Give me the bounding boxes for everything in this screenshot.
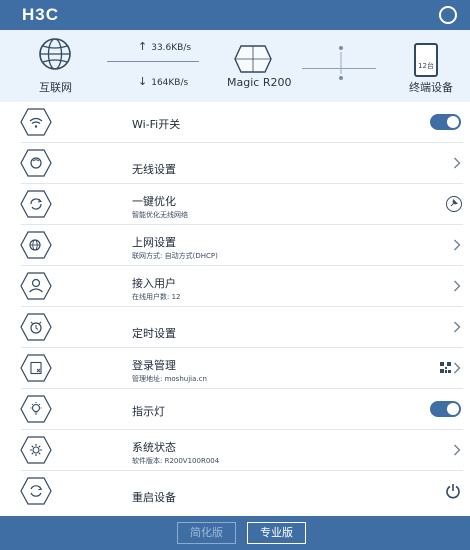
optimize-pin-icon[interactable] (446, 196, 462, 212)
menu-item-title: 定时设置 (132, 327, 176, 340)
upload-rate-value: 33.6KB/s (151, 43, 192, 53)
pro-mode-button[interactable]: 专业版 (247, 522, 306, 544)
login-manage-icon (20, 354, 52, 382)
rate-divider (107, 61, 199, 62)
devices-label: 终端设备 (409, 81, 453, 94)
chevron-right-icon (454, 444, 461, 456)
menu-item-title: 一键优化 (132, 195, 176, 208)
bottom-bar: 简化版 专业版 (0, 516, 470, 550)
chevron-right-icon (454, 239, 461, 251)
simple-mode-button[interactable]: 简化版 (177, 522, 236, 544)
timer-icon (20, 313, 52, 341)
users-icon (20, 272, 52, 300)
qr-code-icon[interactable] (440, 362, 451, 373)
menu-item-subtitle: 软件版本: R200V100R004 (132, 457, 220, 465)
menu-item-subtitle: 在线用户数: 12 (132, 293, 181, 301)
router-label: Magic R200 (227, 76, 292, 89)
menu-item-title: 上网设置 (132, 236, 176, 249)
power-icon[interactable] (439, 6, 457, 24)
terminal-device-icon[interactable]: 12台 (414, 43, 438, 77)
down-arrow-icon: ↓ (138, 75, 148, 88)
chevron-right-icon (454, 321, 461, 333)
menu-item-indicator-light[interactable]: 指示灯 (0, 389, 470, 430)
system-status-icon (20, 436, 52, 464)
top-bar: H3C (0, 0, 470, 30)
wifi-toggle[interactable] (430, 114, 461, 130)
menu-item-timer[interactable]: 定时设置 (0, 307, 470, 348)
menu-item-wifi[interactable]: Wi-Fi开关 (0, 102, 470, 143)
download-rate: ↓ 164KB/s (138, 75, 188, 88)
indicator-light-toggle[interactable] (430, 401, 461, 417)
menu-item-title: 系统状态 (132, 441, 176, 454)
chevron-right-icon (454, 157, 461, 169)
menu-item-title: 指示灯 (132, 405, 165, 418)
menu-item-title: Wi-Fi开关 (132, 118, 181, 131)
menu-item-restart[interactable]: 重启设备 (0, 471, 470, 512)
signal-icon (339, 46, 343, 80)
chevron-right-icon (454, 362, 461, 374)
up-arrow-icon: ↑ (138, 40, 148, 53)
device-count: 12台 (418, 62, 434, 70)
upload-rate: ↑ 33.6KB/s (138, 40, 191, 53)
indicator-light-icon (20, 395, 52, 423)
menu-item-optimize[interactable]: 一键优化 智能优化无线网络 (0, 184, 470, 225)
menu-item-subtitle: 管理地址: moshujia.cn (132, 375, 207, 383)
globe-icon[interactable] (38, 37, 72, 71)
menu-item-title: 接入用户 (132, 277, 176, 290)
restart-power-icon[interactable] (445, 483, 461, 499)
wifi-icon (20, 108, 52, 136)
optimize-icon (20, 190, 52, 218)
download-rate-value: 164KB/s (151, 78, 189, 88)
menu-item-title: 登录管理 (132, 359, 176, 372)
internet-label: 互联网 (39, 81, 72, 94)
menu-item-title: 重启设备 (132, 491, 176, 504)
menu-item-title: 无线设置 (132, 163, 176, 176)
internet-settings-icon (20, 231, 52, 259)
router-icon[interactable] (233, 44, 273, 74)
wireless-settings-icon (20, 149, 52, 177)
menu-item-login-manage[interactable]: 登录管理 管理地址: moshujia.cn (0, 348, 470, 389)
menu-item-system-status[interactable]: 系统状态 软件版本: R200V100R004 (0, 430, 470, 471)
menu-item-subtitle: 智能优化无线网络 (132, 211, 188, 219)
menu-item-wireless-settings[interactable]: 无线设置 (0, 143, 470, 184)
h3c-logo: H3C (22, 5, 60, 24)
chevron-right-icon (454, 280, 461, 292)
menu-item-internet-settings[interactable]: 上网设置 联网方式: 自动方式(DHCP) (0, 225, 470, 266)
menu-item-users[interactable]: 接入用户 在线用户数: 12 (0, 266, 470, 307)
network-status-panel: 互联网 ↑ 33.6KB/s ↓ 164KB/s Magic R200 12台 终端… (0, 30, 470, 102)
menu-item-subtitle: 联网方式: 自动方式(DHCP) (132, 252, 218, 260)
restart-icon (20, 477, 52, 505)
